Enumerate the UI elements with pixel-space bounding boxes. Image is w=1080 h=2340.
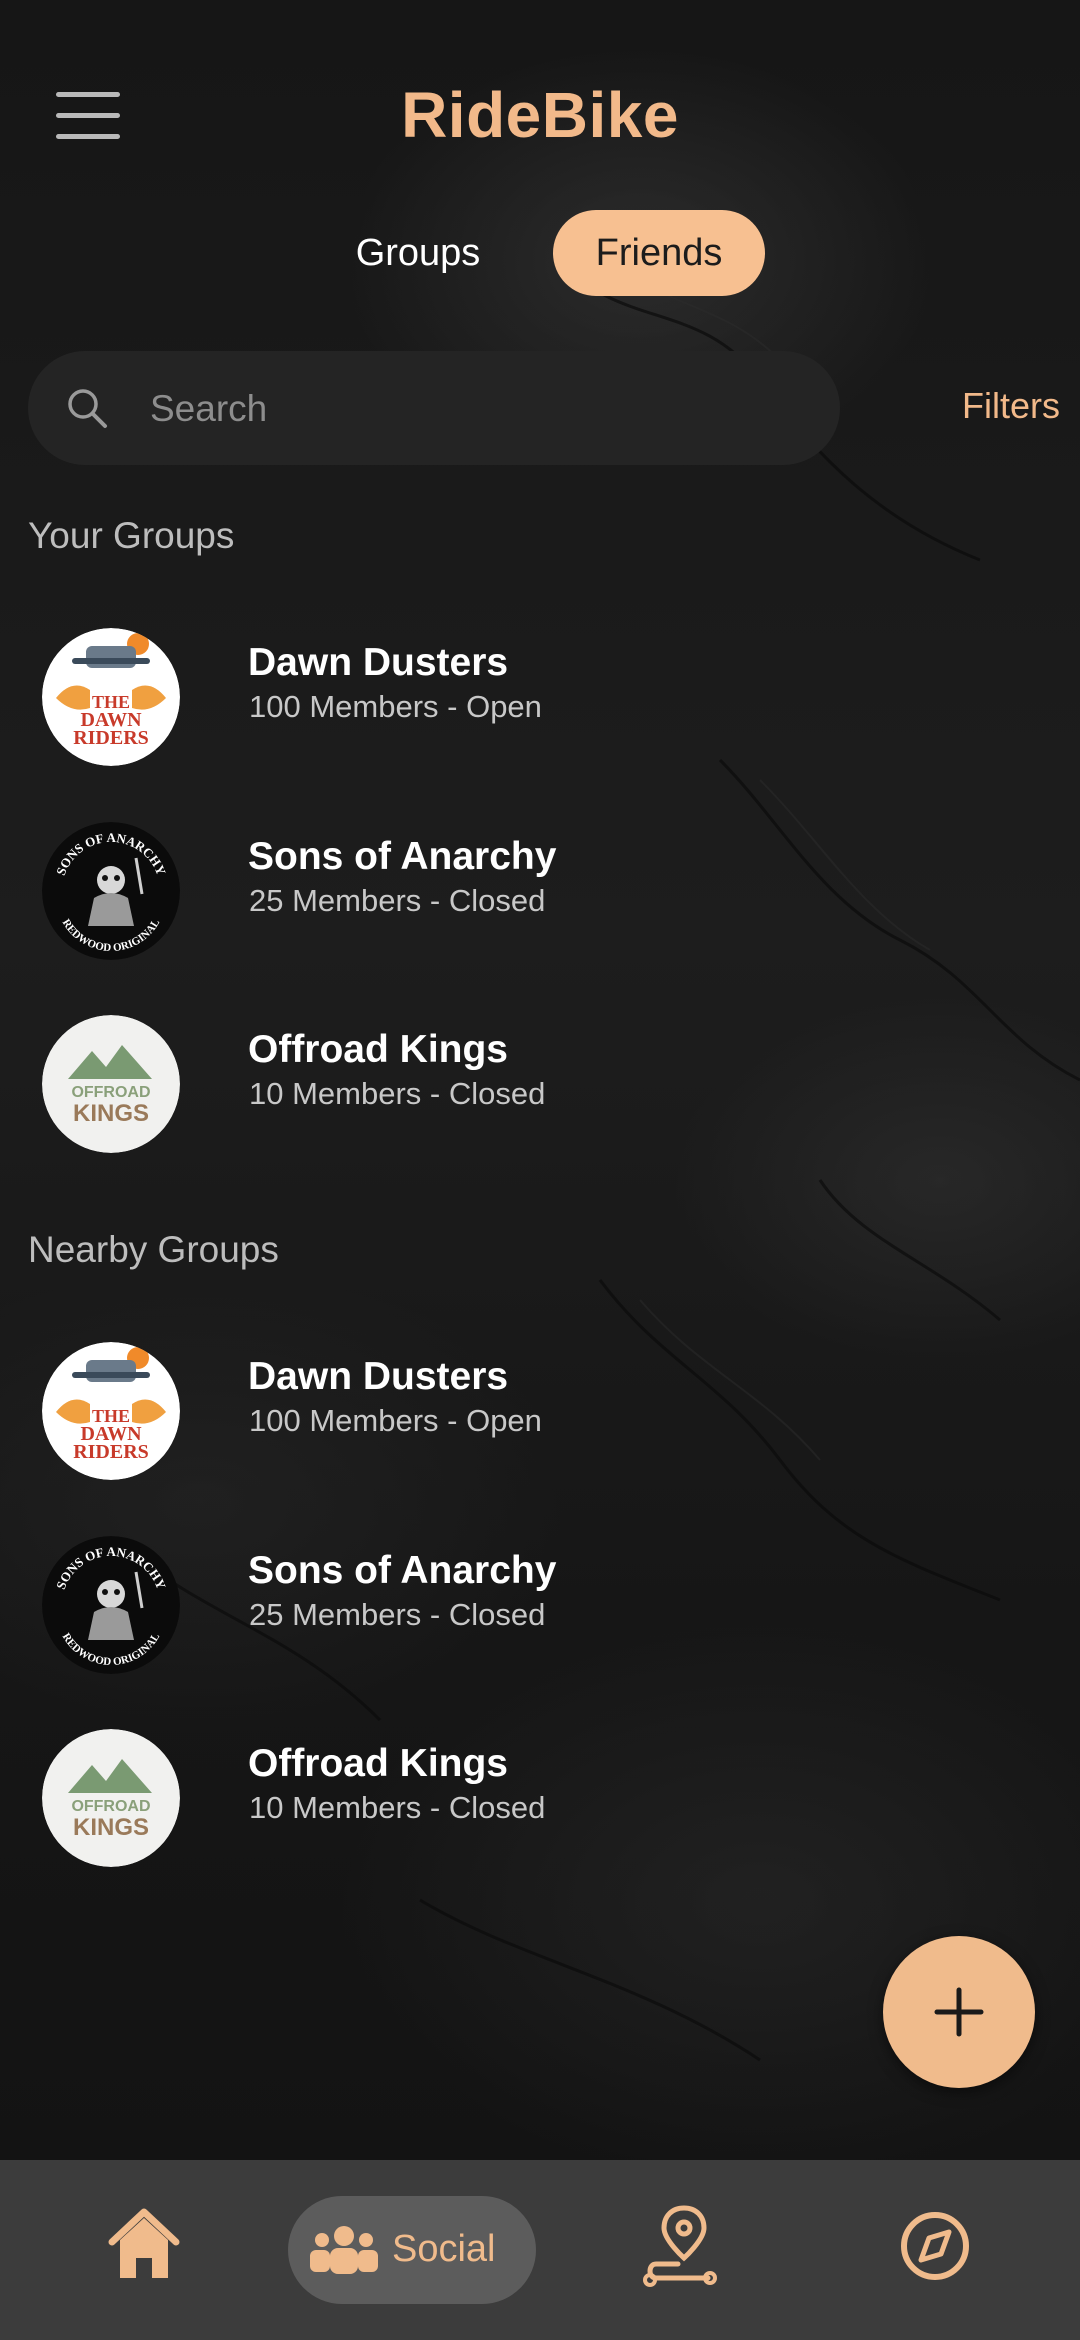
- compass-icon: [901, 2212, 969, 2280]
- sons-of-anarchy-logo: SONS OF ANARCHY REDWOOD ORIGINAL: [42, 822, 180, 960]
- dawn-riders-logo: THE DAWN RIDERS: [42, 1342, 180, 1480]
- nearby-groups-title: Nearby Groups: [28, 1229, 279, 1270]
- svg-text:KINGS: KINGS: [73, 1100, 149, 1127]
- app-title: RideBike: [401, 79, 679, 151]
- svg-text:OFFROAD: OFFROAD: [71, 1084, 150, 1101]
- svg-text:RIDERS: RIDERS: [73, 727, 149, 749]
- group-meta: 25 Members - Closed: [249, 1597, 546, 1632]
- nav-social-label: Social: [392, 2228, 496, 2270]
- bottom-nav: Social: [0, 2160, 1080, 2340]
- group-row[interactable]: SONS OF ANARCHY REDWOOD ORIGINAL Sons of…: [0, 1521, 1080, 1691]
- people-icon: [310, 2226, 378, 2274]
- group-row[interactable]: SONS OF ANARCHY REDWOOD ORIGINAL Sons of…: [0, 807, 1080, 977]
- svg-text:RIDERS: RIDERS: [73, 1441, 149, 1463]
- add-group-button[interactable]: [883, 1936, 1035, 2088]
- offroad-kings-logo: OFFROAD KINGS: [42, 1729, 180, 1867]
- route-icon: [643, 2205, 717, 2287]
- filters-button[interactable]: Filters: [900, 385, 1060, 427]
- svg-text:KINGS: KINGS: [73, 1814, 149, 1841]
- group-meta: 10 Members - Closed: [249, 1790, 546, 1825]
- group-name: Dawn Dusters: [248, 1355, 509, 1398]
- group-meta: 100 Members - Open: [249, 1403, 542, 1438]
- nav-home[interactable]: [104, 2200, 184, 2290]
- group-row[interactable]: THE DAWN RIDERS Dawn Dusters 100 Members…: [0, 613, 1080, 783]
- group-row[interactable]: OFFROAD KINGS Offroad Kings 10 Members -…: [0, 1000, 1080, 1170]
- sons-of-anarchy-logo: SONS OF ANARCHY REDWOOD ORIGINAL: [42, 1536, 180, 1674]
- home-icon: [108, 2208, 180, 2278]
- group-name: Sons of Anarchy: [248, 835, 557, 878]
- group-name: Sons of Anarchy: [248, 1549, 557, 1592]
- your-groups-title: Your Groups: [28, 515, 235, 556]
- svg-text:OFFROAD: OFFROAD: [71, 1798, 150, 1815]
- group-meta: 25 Members - Closed: [249, 883, 546, 918]
- search-icon: [68, 389, 107, 428]
- group-row[interactable]: OFFROAD KINGS Offroad Kings 10 Members -…: [0, 1714, 1080, 1884]
- nav-explore[interactable]: [895, 2200, 975, 2290]
- search-input[interactable]: [148, 351, 812, 467]
- offroad-kings-logo: OFFROAD KINGS: [42, 1015, 180, 1153]
- tab-friends[interactable]: Friends: [553, 210, 765, 296]
- plus-icon: [934, 1987, 984, 2037]
- group-name: Dawn Dusters: [248, 641, 509, 684]
- nav-route[interactable]: [640, 2200, 720, 2290]
- group-name: Offroad Kings: [248, 1028, 508, 1071]
- group-row[interactable]: THE DAWN RIDERS Dawn Dusters 100 Members…: [0, 1327, 1080, 1497]
- dawn-riders-logo: THE DAWN RIDERS: [42, 628, 180, 766]
- search-bar: [28, 351, 840, 467]
- tab-groups[interactable]: Groups: [330, 210, 506, 296]
- group-name: Offroad Kings: [248, 1742, 508, 1785]
- group-meta: 10 Members - Closed: [249, 1076, 546, 1111]
- group-meta: 100 Members - Open: [249, 689, 542, 724]
- nav-social[interactable]: Social: [288, 2196, 536, 2304]
